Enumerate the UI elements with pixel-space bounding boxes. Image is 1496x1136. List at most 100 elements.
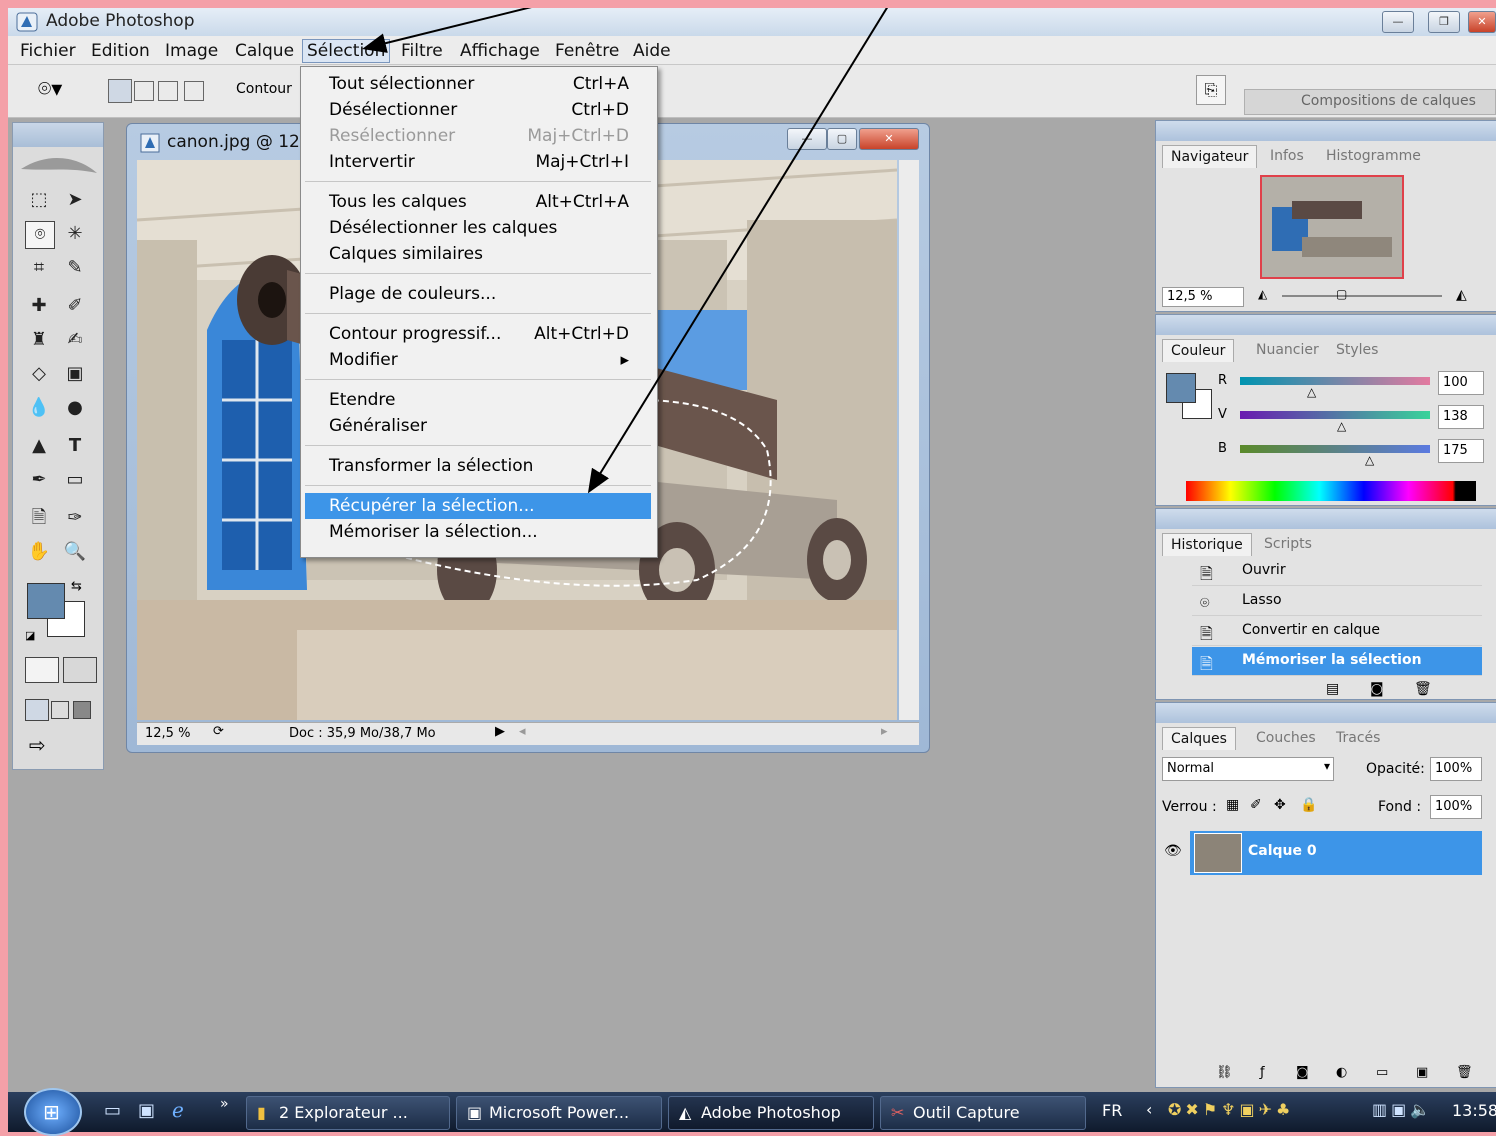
menu-item-deselect-layers[interactable]: Désélectionner les calques (305, 215, 651, 241)
vertical-scrollbar[interactable] (899, 160, 919, 720)
zoom-slider-handle-icon[interactable]: ▢ (1336, 287, 1347, 301)
layer-row[interactable]: Calque 0 (1190, 831, 1482, 875)
tab-histogramme[interactable]: Histogramme (1318, 145, 1429, 167)
zoom-slider[interactable] (1282, 295, 1442, 297)
navigator-zoom-field[interactable]: 12,5 % (1162, 287, 1244, 307)
taskbar-powerpoint[interactable]: ▣ Microsoft Power... (456, 1096, 662, 1130)
tab-scripts[interactable]: Scripts (1256, 533, 1320, 555)
menu-item-all-layers[interactable]: Tous les calques Alt+Ctrl+A (305, 189, 651, 215)
tab-nuancier[interactable]: Nuancier (1248, 339, 1327, 361)
menu-item-load-selection[interactable]: Récupérer la sélection... (305, 493, 651, 519)
screen-mode-standard-icon[interactable] (25, 699, 49, 721)
menu-edition[interactable]: Edition (87, 40, 154, 62)
brush-tool-icon[interactable]: ✐ (61, 293, 89, 319)
slice-tool-icon[interactable]: ✎ (61, 255, 89, 281)
trash-icon[interactable]: 🗑 (1414, 681, 1432, 697)
move-tool-icon[interactable]: ➤ (61, 187, 89, 213)
magic-wand-icon[interactable]: ✳ (61, 221, 89, 247)
menu-image[interactable]: Image (161, 40, 222, 62)
internet-explorer-icon[interactable]: ℯ (172, 1098, 184, 1122)
color-spectrum-bar[interactable] (1186, 481, 1476, 501)
menu-item-modify[interactable]: Modifier ▸ (305, 347, 651, 373)
taskbar-photoshop[interactable]: ◭ Adobe Photoshop (668, 1096, 874, 1130)
tab-couches[interactable]: Couches (1248, 727, 1324, 749)
language-indicator[interactable]: FR (1102, 1101, 1122, 1120)
tab-couleur[interactable]: Couleur (1162, 339, 1235, 362)
tab-infos[interactable]: Infos (1262, 145, 1312, 167)
subtract-selection-icon[interactable] (158, 81, 178, 101)
history-item[interactable]: Lasso (1192, 587, 1482, 616)
swap-colors-icon[interactable]: ⇆ (71, 579, 82, 594)
taskbar-snipping[interactable]: ✂ Outil Capture (880, 1096, 1086, 1130)
menu-item-feather[interactable]: Contour progressif... Alt+Ctrl+D (305, 321, 651, 347)
tray-expand-icon[interactable]: ‹ (1146, 1100, 1152, 1119)
history-brush-icon[interactable]: ✍ (61, 327, 89, 353)
stamp-tool-icon[interactable]: ♜ (25, 327, 53, 353)
fill-field[interactable]: 100% (1430, 795, 1482, 819)
new-group-icon[interactable]: ▭ (1376, 1065, 1388, 1080)
v-slider[interactable] (1240, 411, 1430, 419)
snapshot-icon[interactable]: ◙ (1370, 681, 1384, 697)
menu-item-transform-selection[interactable]: Transformer la sélection (305, 453, 651, 479)
scroll-left-icon[interactable]: ◂ (519, 724, 526, 739)
standard-mode-icon[interactable] (25, 657, 59, 683)
compositions-tab[interactable]: Compositions de calques (1244, 89, 1496, 115)
menu-fenetre[interactable]: Fenêtre (551, 40, 623, 62)
history-item-selected[interactable]: Mémoriser la sélection (1192, 647, 1482, 676)
b-slider-handle-icon[interactable]: △ (1365, 453, 1374, 467)
menu-item-color-range[interactable]: Plage de couleurs... (305, 281, 651, 307)
layer-mask-icon[interactable]: ◙ (1296, 1065, 1309, 1080)
navigator-thumbnail[interactable] (1260, 175, 1404, 279)
zoom-in-icon[interactable]: ◭ (1456, 287, 1467, 303)
dodge-tool-icon[interactable]: ● (61, 395, 89, 421)
menu-filtre[interactable]: Filtre (397, 40, 447, 62)
menu-item-grow[interactable]: Etendre (305, 387, 651, 413)
default-colors-icon[interactable]: ◪ (25, 629, 35, 642)
history-item[interactable]: Convertir en calque (1192, 617, 1482, 646)
add-selection-icon[interactable] (134, 81, 154, 101)
tab-traces[interactable]: Tracés (1328, 727, 1388, 749)
minimize-button[interactable]: — (1382, 11, 1414, 33)
menu-item-inverse[interactable]: Intervertir Maj+Ctrl+I (305, 149, 651, 175)
start-button[interactable]: ⊞ (24, 1088, 82, 1136)
lock-transparent-icon[interactable]: ▦ (1226, 797, 1239, 813)
doc-close-button[interactable]: ✕ (859, 128, 919, 150)
link-layers-icon[interactable]: ⛓ (1216, 1065, 1233, 1080)
delete-layer-icon[interactable]: 🗑 (1456, 1065, 1473, 1080)
maximize-button[interactable]: ❐ (1428, 11, 1460, 33)
system-tray-icons[interactable]: ▥▣🔈 (1372, 1100, 1434, 1119)
blur-tool-icon[interactable]: 💧 (25, 395, 53, 421)
tab-styles[interactable]: Styles (1328, 339, 1386, 361)
tray-icons[interactable]: ✪✖⚑♆▣✈♣ (1168, 1100, 1294, 1119)
eraser-tool-icon[interactable]: ◇ (25, 361, 53, 387)
layer-style-icon[interactable]: ƒ (1260, 1065, 1265, 1080)
zoom-tool-icon[interactable]: 🔍 (61, 539, 89, 565)
color-foreground-swatch[interactable] (1166, 373, 1196, 403)
screen-mode-full-icon[interactable] (73, 701, 91, 719)
menu-item-save-selection[interactable]: Mémoriser la sélection... (305, 519, 651, 545)
palette-well-icon[interactable]: ⎘ (1196, 75, 1226, 105)
visibility-eye-icon[interactable]: 👁 (1164, 843, 1182, 859)
b-slider[interactable] (1240, 445, 1430, 453)
b-value-field[interactable]: 175 (1438, 439, 1484, 463)
lock-position-icon[interactable]: ✥ (1274, 797, 1286, 813)
notes-tool-icon[interactable]: 🗎 (25, 505, 53, 531)
show-desktop-icon[interactable]: ▭ (104, 1100, 121, 1121)
opacity-field[interactable]: 100% (1430, 757, 1482, 781)
quickmask-mode-icon[interactable] (63, 657, 97, 683)
new-layer-icon[interactable]: ▣ (1416, 1065, 1428, 1080)
v-slider-handle-icon[interactable]: △ (1337, 419, 1346, 433)
type-tool-icon[interactable]: T (61, 433, 89, 459)
status-menu-arrow-icon[interactable]: ▶ (495, 724, 505, 739)
tab-calques[interactable]: Calques (1162, 727, 1236, 750)
menu-calque[interactable]: Calque (231, 40, 298, 62)
zoom-level[interactable]: 12,5 % (145, 726, 190, 741)
doc-maximize-button[interactable]: ▢ (827, 128, 857, 150)
r-slider[interactable] (1240, 377, 1430, 385)
tab-navigateur[interactable]: Navigateur (1162, 145, 1258, 168)
r-slider-handle-icon[interactable]: △ (1307, 385, 1316, 399)
lock-image-icon[interactable]: ✐ (1250, 797, 1262, 813)
new-selection-icon[interactable] (108, 79, 132, 103)
pen-tool-icon[interactable]: ✒ (25, 467, 53, 493)
switch-windows-icon[interactable]: ▣ (138, 1100, 155, 1121)
